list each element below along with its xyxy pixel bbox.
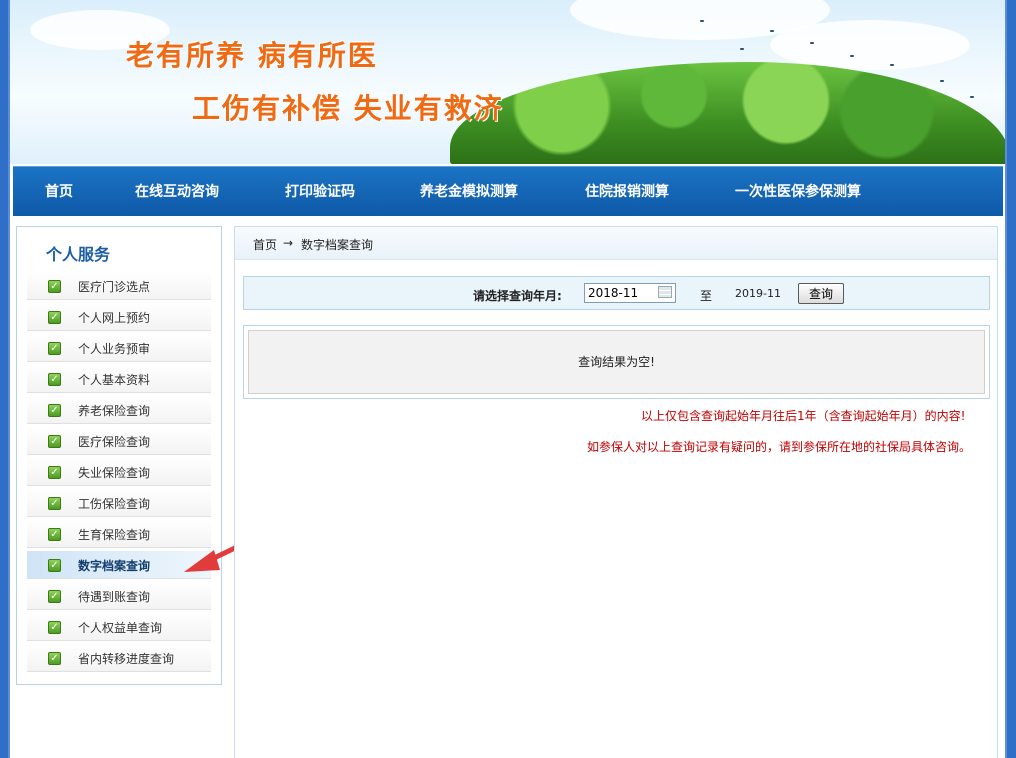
to-label: 至 — [700, 289, 713, 303]
check-icon: ✓ — [48, 621, 61, 634]
check-icon: ✓ — [48, 280, 61, 293]
check-icon: ✓ — [48, 435, 61, 448]
sidebar-item[interactable]: ✓ 个人权益单查询 — [27, 613, 211, 641]
green-island-image — [450, 62, 1005, 164]
check-icon: ✓ — [48, 311, 61, 324]
end-month-value: 2019-11 — [735, 287, 781, 300]
sidebar-item-label: 生育保险查询 — [78, 528, 151, 542]
sidebar-item[interactable]: ✓ 个人网上预约 — [27, 303, 211, 331]
sidebar-title: 个人服务 — [46, 245, 111, 264]
result-box: 查询结果为空! — [243, 325, 990, 399]
sidebar-item-label: 养老保险查询 — [78, 404, 151, 418]
sidebar-item-label: 个人基本资料 — [78, 373, 151, 387]
sidebar-item[interactable]: ✓ 失业保险查询 — [27, 458, 211, 486]
header-banner: 老有所养 病有所医 工伤有补偿 失业有救济 — [10, 0, 1005, 164]
bird-decoration — [770, 30, 774, 32]
sidebar-item[interactable]: ✓ 省内转移进度查询 — [27, 644, 211, 672]
nav-pension-calc[interactable]: 养老金模拟测算 — [420, 167, 518, 217]
check-icon: ✓ — [48, 652, 61, 665]
sidebar-item-label: 失业保险查询 — [78, 466, 151, 480]
nav-online-consult[interactable]: 在线互动咨询 — [135, 167, 219, 217]
banner-slogan-line2: 工伤有补偿 失业有救济 — [192, 92, 504, 125]
sidebar-item-label: 医疗保险查询 — [78, 435, 151, 449]
sidebar-item-label: 医疗门诊选点 — [78, 280, 151, 294]
sidebar-item[interactable]: ✓ 个人业务预审 — [27, 334, 211, 362]
nav-home[interactable]: 首页 — [45, 167, 73, 217]
nav-print-code[interactable]: 打印验证码 — [285, 167, 355, 217]
check-icon: ✓ — [48, 404, 61, 417]
bird-decoration — [810, 42, 814, 44]
check-icon: ✓ — [48, 528, 61, 541]
nav-hospital-calc[interactable]: 住院报销测算 — [585, 167, 669, 217]
nav-onetime-insurance-calc[interactable]: 一次性医保参保测算 — [735, 167, 861, 217]
bird-decoration — [890, 64, 894, 66]
sidebar-item-label: 省内转移进度查询 — [78, 652, 175, 666]
breadcrumb-arrow-icon: → — [283, 236, 294, 250]
sidebar: 个人服务 ✓ 医疗门诊选点 ✓ 个人网上预约 ✓ 个人业务预审 ✓ 个人基本资料 ✓ 养老保险查询… — [16, 226, 222, 685]
breadcrumb-home[interactable]: 首页 — [253, 236, 277, 253]
sidebar-item-label: 个人业务预审 — [78, 342, 151, 356]
check-icon: ✓ — [48, 497, 61, 510]
sidebar-item[interactable]: ✓ 医疗门诊选点 — [27, 272, 211, 300]
sidebar-item[interactable]: ✓ 待遇到账查询 — [27, 582, 211, 610]
sidebar-item-label: 工伤保险查询 — [78, 497, 151, 511]
top-nav: 首页 在线互动咨询 打印验证码 养老金模拟测算 住院报销测算 一次性医保参保测算 — [13, 166, 1003, 216]
sidebar-item-label: 个人权益单查询 — [78, 621, 163, 635]
bird-decoration — [700, 20, 704, 22]
sidebar-item-label: 数字档案查询 — [78, 559, 151, 573]
bird-decoration — [740, 48, 744, 50]
query-label: 请选择查询年月: — [473, 289, 562, 303]
main-content: 首页 → 数字档案查询 请选择查询年月: 至 2019-11 查询 查询结果为空… — [234, 226, 998, 758]
check-icon: ✓ — [48, 559, 61, 572]
breadcrumb: 首页 → 数字档案查询 — [235, 227, 997, 260]
sidebar-item[interactable]: ✓ 工伤保险查询 — [27, 489, 211, 517]
query-bar: 请选择查询年月: 至 2019-11 查询 — [243, 276, 990, 310]
cloud-decoration — [770, 20, 970, 70]
page-frame: 老有所养 病有所医 工伤有补偿 失业有救济 首页 在线互动咨询 打印验证码 养老… — [8, 0, 1007, 758]
banner-slogan-line1: 老有所养 病有所医 — [126, 39, 378, 72]
bird-decoration — [850, 55, 854, 57]
sidebar-item[interactable]: ✓ 养老保险查询 — [27, 396, 211, 424]
note-line2: 如参保人对以上查询记录有疑问的，请到参保所在地的社保局具体咨询。 — [587, 440, 972, 454]
query-button[interactable]: 查询 — [798, 283, 844, 304]
check-icon: ✓ — [48, 590, 61, 603]
sidebar-item-label: 个人网上预约 — [78, 311, 151, 325]
bird-decoration — [940, 80, 944, 82]
check-icon: ✓ — [48, 466, 61, 479]
result-empty-text: 查询结果为空! — [248, 330, 985, 394]
bird-decoration — [970, 96, 974, 98]
check-icon: ✓ — [48, 373, 61, 386]
calendar-icon[interactable] — [658, 286, 672, 298]
note-line1: 以上仅包含查询起始年月往后1年（含查询起始年月）的内容! — [641, 409, 966, 423]
breadcrumb-current: 数字档案查询 — [301, 238, 374, 252]
check-icon: ✓ — [48, 342, 61, 355]
sidebar-item[interactable]: ✓ 医疗保险查询 — [27, 427, 211, 455]
sidebar-list: ✓ 医疗门诊选点 ✓ 个人网上预约 ✓ 个人业务预审 ✓ 个人基本资料 ✓ 养老保险查询 ✓ 医疗保险… — [27, 272, 211, 675]
sidebar-item-label: 待遇到账查询 — [78, 590, 151, 604]
sidebar-item[interactable]: ✓ 个人基本资料 — [27, 365, 211, 393]
